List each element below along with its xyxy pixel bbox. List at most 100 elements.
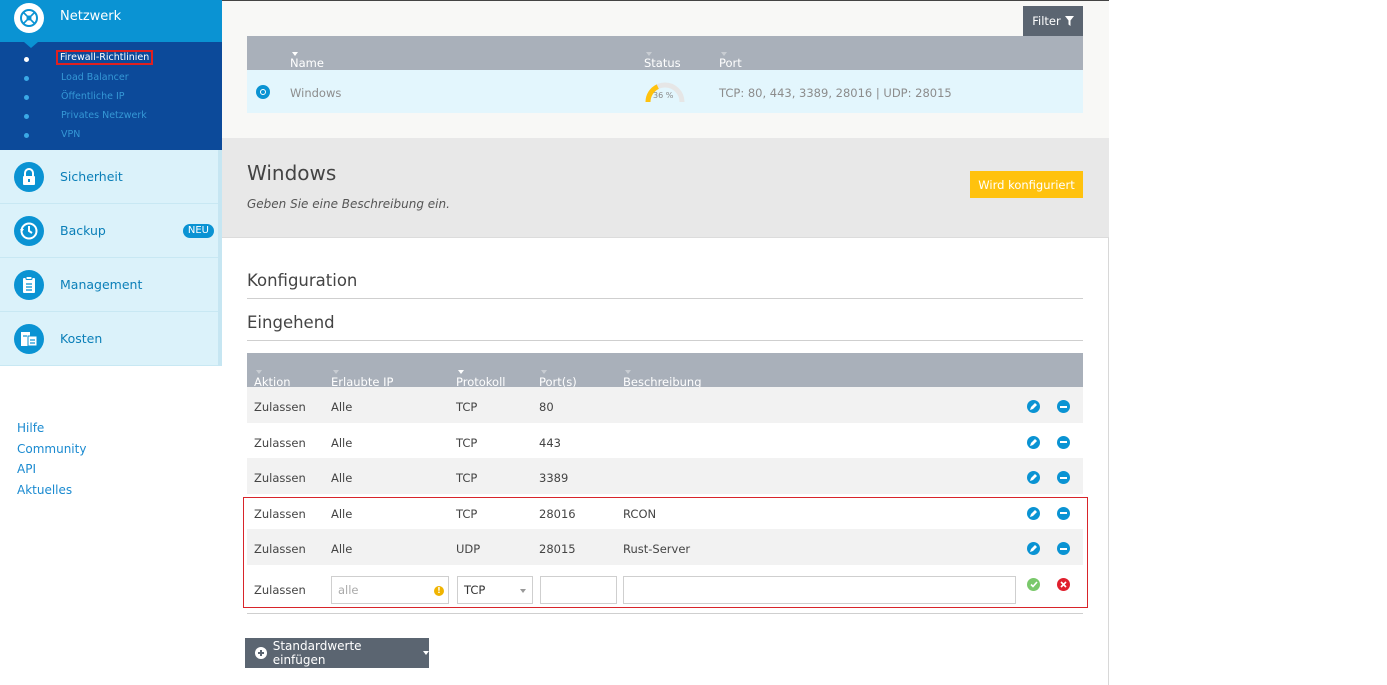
column-description[interactable]: Beschreibung: [623, 364, 702, 389]
subnav-label: Öffentliche IP: [61, 91, 125, 102]
api-link[interactable]: API: [17, 459, 86, 480]
divider: [247, 613, 1083, 614]
status-percent: 36 %: [653, 91, 674, 100]
column-action[interactable]: Aktion: [254, 364, 291, 389]
rule-ip: Alle: [331, 400, 353, 414]
remove-icon[interactable]: [1057, 542, 1070, 555]
subnav-item-private-network[interactable]: Privates Netzwerk: [0, 107, 222, 126]
sort-icon: [541, 369, 547, 374]
rule-action: Zulassen: [254, 400, 306, 414]
rule-ports: 80: [539, 400, 554, 414]
table-row: Zulassen Alle TCP 28016 RCON: [247, 494, 1083, 530]
network-subnav: Firewall-Richtlinien Load Balancer Öffen…: [0, 42, 222, 150]
column-ports[interactable]: Port(s): [539, 364, 577, 389]
server-radio[interactable]: [256, 85, 270, 99]
rule-description: RCON: [623, 506, 657, 521]
server-ports: TCP: 80, 443, 3389, 28016 | UDP: 28015: [719, 86, 952, 100]
filter-icon: [1064, 16, 1074, 26]
insert-defaults-button[interactable]: Standardwerte einfügen: [245, 638, 429, 668]
clipboard-icon: [14, 270, 44, 300]
protocol-value: TCP: [464, 583, 486, 597]
column-label: Status: [644, 56, 681, 70]
remove-icon[interactable]: [1057, 506, 1070, 520]
sidebar-item-network[interactable]: Netzwerk: [0, 0, 222, 42]
rule-protocol: TCP: [456, 435, 478, 450]
community-link[interactable]: Community: [17, 439, 86, 460]
allowed-ip-input[interactable]: alle !: [331, 576, 449, 604]
remove-icon[interactable]: [1057, 471, 1070, 484]
description-input[interactable]: [623, 576, 1016, 604]
new-badge: NEU: [182, 224, 214, 238]
subnav-item-load-balancer[interactable]: Load Balancer: [0, 69, 222, 88]
ports-input[interactable]: [540, 576, 617, 604]
filter-label: Filter: [1032, 14, 1061, 28]
subnav-item-firewall[interactable]: Firewall-Richtlinien: [0, 50, 222, 69]
server-description[interactable]: Geben Sie eine Beschreibung ein.: [247, 197, 450, 211]
edit-icon[interactable]: [1027, 542, 1040, 555]
server-table-header: Name Status Port: [247, 36, 1083, 70]
sidebar-item-costs[interactable]: Kosten: [0, 312, 222, 366]
help-link[interactable]: Hilfe: [17, 418, 86, 439]
subnav-item-public-ip[interactable]: Öffentliche IP: [0, 88, 222, 107]
sidebar-item-label: Sicherheit: [60, 169, 123, 184]
rule-protocol: TCP: [456, 471, 478, 485]
sidebar-item-label: Management: [60, 277, 143, 292]
subnav-label: Privates Netzwerk: [61, 110, 147, 121]
column-protocol[interactable]: Protokoll: [456, 364, 505, 389]
bullet-icon: [24, 133, 29, 138]
server-title: Windows: [247, 161, 337, 185]
cancel-icon[interactable]: [1057, 578, 1070, 591]
rule-description: Rust-Server: [623, 542, 691, 556]
remove-icon[interactable]: [1057, 400, 1070, 413]
bullet-icon: [24, 57, 29, 62]
warning-icon: !: [434, 586, 444, 596]
edit-icon[interactable]: [1027, 400, 1040, 413]
edit-icon[interactable]: [1027, 471, 1040, 484]
filter-button[interactable]: Filter: [1023, 6, 1083, 36]
subnav-item-vpn[interactable]: VPN: [0, 126, 222, 145]
server-detail-header: Windows Geben Sie eine Beschreibung ein.…: [222, 138, 1109, 238]
main-panel: Filter Name Status Port Windows 36 % TCP…: [222, 0, 1109, 685]
sort-icon: [256, 369, 262, 374]
sort-icon: [721, 51, 727, 56]
caret-down-icon: [423, 651, 429, 655]
rule-action: Zulassen: [254, 506, 306, 521]
sort-icon: [458, 369, 464, 374]
divider: [247, 298, 1083, 299]
confirm-icon[interactable]: [1027, 578, 1040, 591]
server-list-area: Filter Name Status Port Windows 36 % TCP…: [222, 0, 1109, 138]
rule-action: Zulassen: [254, 542, 306, 556]
edit-icon[interactable]: [1027, 435, 1040, 449]
chevron-down-icon: [520, 589, 526, 593]
sort-icon: [292, 51, 298, 56]
subnav-label: Load Balancer: [61, 72, 129, 83]
clock-icon: [14, 216, 44, 246]
footer-links: Hilfe Community API Aktuelles: [17, 418, 86, 501]
news-link[interactable]: Aktuelles: [17, 480, 86, 501]
subnav-label: VPN: [61, 129, 81, 140]
column-name[interactable]: Name: [290, 46, 324, 70]
new-rule-row: Zulassen alle ! TCP: [247, 565, 1083, 613]
rule-protocol: TCP: [456, 506, 478, 521]
sidebar-item-security[interactable]: Sicherheit: [0, 150, 222, 204]
table-row: Zulassen Alle TCP 443: [247, 423, 1083, 459]
rules-table-header: Aktion Erlaubte IP Protokoll Port(s) Bes…: [247, 353, 1083, 389]
column-status[interactable]: Status: [644, 46, 681, 70]
sort-icon: [646, 51, 652, 56]
subnav-label: Firewall-Richtlinien: [55, 50, 154, 65]
bullet-icon: [24, 114, 29, 119]
sidebar-item-backup[interactable]: Backup NEU: [0, 204, 222, 258]
column-port[interactable]: Port: [719, 46, 742, 70]
sort-icon: [333, 369, 339, 374]
rule-ip: Alle: [331, 471, 353, 485]
protocol-select[interactable]: TCP: [457, 576, 533, 604]
new-rule-action: Zulassen: [254, 583, 306, 597]
sidebar-item-management[interactable]: Management: [0, 258, 222, 312]
edit-icon[interactable]: [1027, 506, 1040, 520]
column-allowed-ip[interactable]: Erlaubte IP: [331, 364, 393, 389]
remove-icon[interactable]: [1057, 435, 1070, 449]
configuring-status-button[interactable]: Wird konfiguriert: [970, 171, 1083, 198]
server-row[interactable]: Windows 36 % TCP: 80, 443, 3389, 28016 |…: [247, 70, 1083, 113]
bullet-icon: [24, 95, 29, 100]
table-row: Zulassen Alle TCP 3389: [247, 458, 1083, 494]
